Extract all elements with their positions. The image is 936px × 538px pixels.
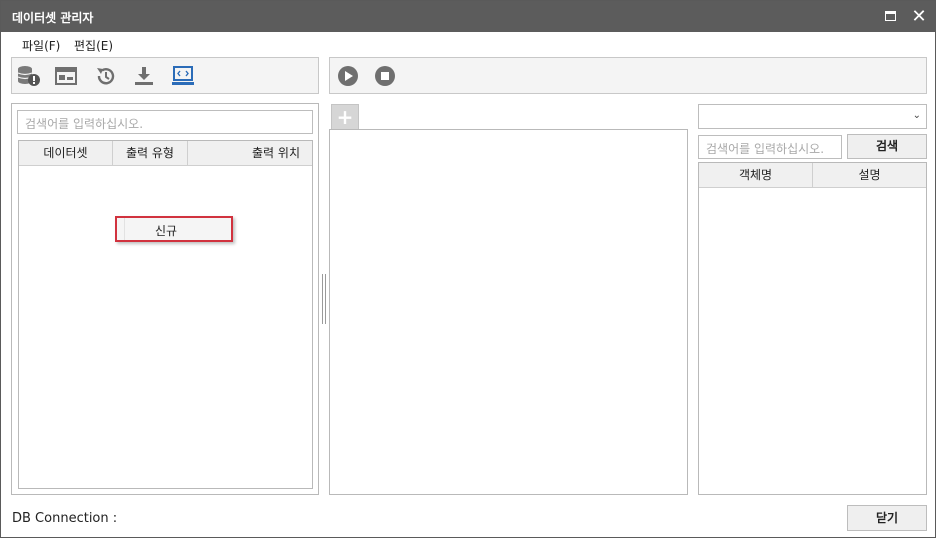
maximize-icon bbox=[885, 11, 896, 21]
object-type-select[interactable]: ⌄ bbox=[698, 104, 927, 129]
database-warning-icon[interactable] bbox=[17, 65, 40, 87]
window-title: 데이터셋 관리자 bbox=[12, 11, 94, 25]
panel-splitter[interactable] bbox=[322, 274, 326, 324]
object-table-header: 객체명 설명 bbox=[699, 163, 926, 188]
chevron-down-icon: ⌄ bbox=[912, 110, 921, 121]
run-toolbar bbox=[329, 57, 927, 94]
search-button[interactable]: 검색 bbox=[847, 134, 927, 159]
close-button[interactable]: 닫기 bbox=[847, 505, 927, 531]
menu-bar: 파일(F) 편집(E) bbox=[1, 32, 935, 56]
context-menu-item-new[interactable]: 신규 bbox=[155, 222, 177, 239]
play-icon[interactable] bbox=[337, 65, 359, 87]
code-screen-icon[interactable] bbox=[171, 65, 194, 87]
column-header-output-location[interactable]: 출력 위치 bbox=[188, 141, 312, 165]
stop-icon[interactable] bbox=[374, 65, 396, 87]
editor-panel bbox=[329, 129, 688, 495]
dataset-search-input[interactable]: 검색어를 입력하십시오. bbox=[17, 110, 313, 134]
close-icon: ✕ bbox=[911, 6, 927, 27]
object-table: 객체명 설명 bbox=[698, 162, 927, 495]
dataset-manager-window: 데이터셋 관리자 ✕ 파일(F) 편집(E) 검색어를 입력하십시오. 데이터셋… bbox=[0, 0, 936, 538]
object-search-input[interactable]: 검색어를 입력하십시오. bbox=[698, 135, 842, 159]
column-header-object-name[interactable]: 객체명 bbox=[699, 163, 813, 187]
maximize-button[interactable] bbox=[881, 7, 901, 27]
dataset-table-header: 데이터셋 출력 유형 출력 위치 bbox=[19, 141, 312, 166]
add-tab-button[interactable]: + bbox=[331, 104, 359, 130]
context-menu: 신규 bbox=[115, 216, 233, 242]
left-toolbar bbox=[11, 57, 319, 94]
context-menu-gutter bbox=[117, 218, 125, 240]
menu-edit[interactable]: 편집(E) bbox=[74, 37, 113, 54]
menu-file[interactable]: 파일(F) bbox=[22, 37, 60, 54]
column-header-output-type[interactable]: 출력 유형 bbox=[113, 141, 188, 165]
column-header-description[interactable]: 설명 bbox=[813, 163, 926, 187]
history-icon[interactable] bbox=[95, 65, 117, 87]
window-layout-icon[interactable] bbox=[55, 66, 77, 88]
dataset-table: 데이터셋 출력 유형 출력 위치 bbox=[18, 140, 313, 489]
title-bar: 데이터셋 관리자 ✕ bbox=[1, 1, 935, 32]
db-connection-label: DB Connection : bbox=[12, 511, 118, 526]
download-icon[interactable] bbox=[133, 65, 155, 87]
close-window-button[interactable]: ✕ bbox=[909, 7, 929, 27]
column-header-dataset[interactable]: 데이터셋 bbox=[19, 141, 113, 165]
